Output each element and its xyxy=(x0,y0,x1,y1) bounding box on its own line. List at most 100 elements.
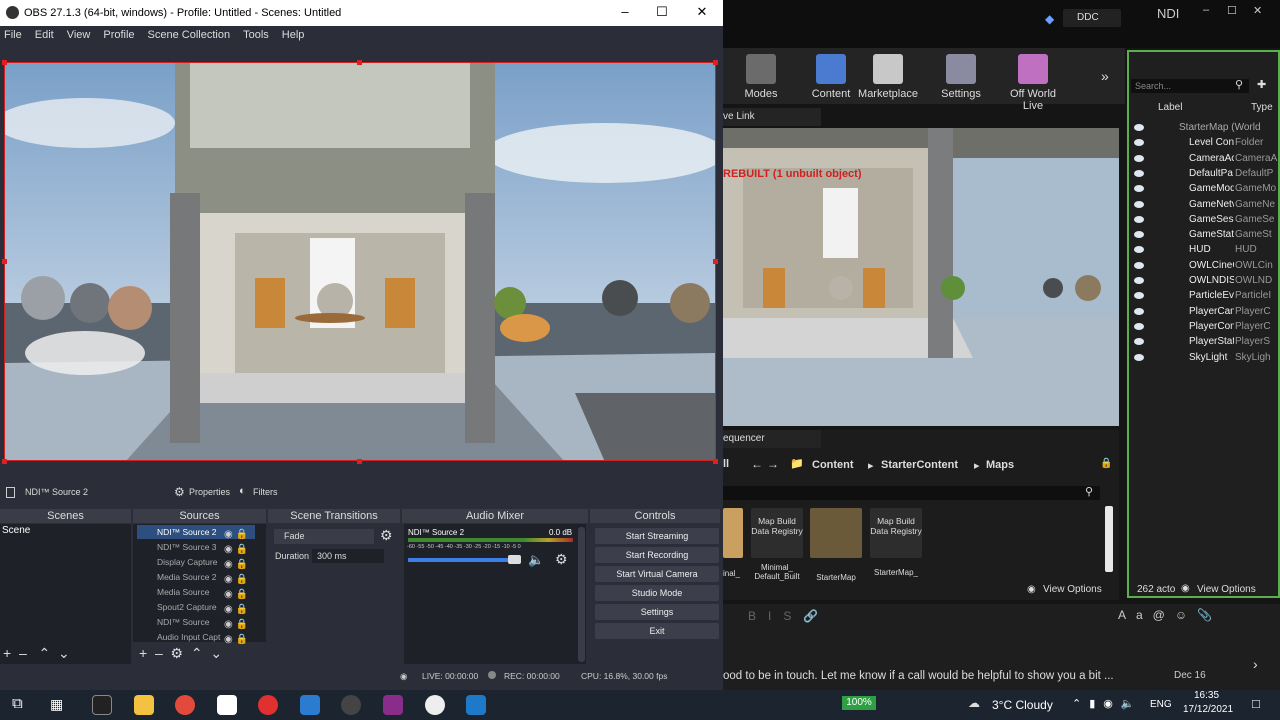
maximize-icon[interactable]: ☐ xyxy=(1227,4,1237,17)
gear-icon[interactable]: ⚙ xyxy=(174,485,185,499)
outliner-row[interactable]: PlayerCan PlayerC xyxy=(1129,304,1278,319)
visibility-eye-icon[interactable] xyxy=(1134,169,1144,177)
nts-app-icon[interactable] xyxy=(92,695,112,715)
toolbar-overflow-icon[interactable]: » xyxy=(1101,68,1109,84)
settings-button[interactable]: Settings xyxy=(595,604,719,620)
add-icon[interactable]: + xyxy=(3,645,11,661)
properties-button[interactable]: Properties xyxy=(189,487,230,497)
forward-arrow-icon[interactable]: → xyxy=(767,457,779,471)
gear-icon[interactable]: ⚙ xyxy=(555,551,568,568)
app-icon[interactable] xyxy=(300,695,320,715)
label-column-header[interactable]: Label xyxy=(1158,102,1182,113)
battery-indicator[interactable]: 100% xyxy=(842,696,876,710)
notifications-icon[interactable]: □ xyxy=(1252,696,1260,711)
outliner-row[interactable]: PlayerStat PlayerS xyxy=(1129,334,1278,349)
outliner-row[interactable]: OWLNDISeOWLND xyxy=(1129,273,1278,288)
formatting-toolbar-icons[interactable]: BIS🔗 xyxy=(748,609,830,623)
filters-button[interactable]: Filters xyxy=(253,487,278,497)
content-scrollbar[interactable] xyxy=(1105,506,1113,572)
resize-handle[interactable] xyxy=(357,60,362,65)
visibility-eye-icon[interactable] xyxy=(1134,185,1144,193)
outliner-row[interactable]: SkyLight SkyLigh xyxy=(1129,350,1278,365)
weather-label[interactable]: 3°C Cloudy xyxy=(992,698,1053,712)
move-up-icon[interactable]: ⌃ xyxy=(38,645,50,661)
task-view-icon[interactable]: ▦ xyxy=(50,696,63,713)
resize-handle[interactable] xyxy=(2,60,7,65)
gear-icon[interactable]: ⚙ xyxy=(171,645,184,661)
minimize-icon[interactable]: – xyxy=(615,4,635,22)
asset-search-input[interactable] xyxy=(723,486,1100,500)
visibility-eye-icon[interactable] xyxy=(1134,246,1144,254)
resize-handle[interactable] xyxy=(713,60,718,65)
marketplace-button[interactable]: Marketplace xyxy=(858,54,918,100)
remove-icon[interactable]: – xyxy=(155,645,163,661)
language-indicator[interactable]: ENG xyxy=(1150,699,1172,710)
lock-icon[interactable]: 🔒 xyxy=(1100,458,1112,469)
start-recording-button[interactable]: Start Recording xyxy=(595,547,719,563)
remove-icon[interactable]: – xyxy=(19,645,27,661)
attach-icons[interactable]: Aa@☺📎 xyxy=(1118,608,1222,622)
menu-tools[interactable]: Tools xyxy=(243,26,269,44)
outliner-row[interactable]: DefaultPa DefaultP xyxy=(1129,166,1278,181)
tray-icons[interactable]: ⌃▮◉🔈 xyxy=(1072,697,1143,710)
move-down-icon[interactable]: ⌄ xyxy=(210,645,222,661)
record-app-icon[interactable] xyxy=(258,695,278,715)
visibility-eye-icon[interactable] xyxy=(1134,215,1144,223)
outliner-row[interactable]: CameraAc CameraA xyxy=(1129,151,1278,166)
chrome-icon[interactable] xyxy=(175,695,195,715)
live-link-tab[interactable]: ve Link xyxy=(723,108,821,126)
outliner-row[interactable]: StarterMap (World xyxy=(1129,120,1278,135)
add-actor-icon[interactable]: ✚ xyxy=(1257,78,1266,91)
modes-button[interactable]: Modes xyxy=(731,54,791,100)
resize-handle[interactable] xyxy=(2,259,7,264)
visibility-eye-icon[interactable] xyxy=(1134,124,1144,131)
content-button[interactable]: Content xyxy=(801,54,861,100)
mute-speaker-icon[interactable]: 🔈 xyxy=(528,552,544,568)
outliner-row[interactable]: GameStateGameSt xyxy=(1129,227,1278,242)
outliner-row[interactable]: GameNetv GameNe xyxy=(1129,197,1278,212)
visibility-eye-icon[interactable] xyxy=(1134,292,1144,300)
settings-button[interactable]: Settings xyxy=(931,54,991,100)
outliner-row[interactable]: Level Con Folder xyxy=(1129,135,1278,150)
gear-icon[interactable]: ⚙ xyxy=(380,527,393,544)
breadcrumb-all[interactable]: ll xyxy=(723,458,729,470)
breadcrumb-content[interactable]: Content xyxy=(812,459,854,471)
visibility-eye-icon[interactable] xyxy=(1134,154,1144,162)
visibility-eye-icon[interactable] xyxy=(1134,338,1144,346)
sequencer-tab[interactable]: equencer xyxy=(723,430,821,448)
outliner-row[interactable]: HUD HUD xyxy=(1129,242,1278,257)
resize-handle[interactable] xyxy=(2,459,7,464)
visibility-eye-icon[interactable] xyxy=(1134,277,1144,284)
mixer-scrollbar[interactable] xyxy=(578,527,585,662)
maximize-icon[interactable]: ☐ xyxy=(652,4,672,22)
menu-file[interactable]: File xyxy=(4,26,22,44)
unreal-taskbar-icon[interactable] xyxy=(425,695,445,715)
app-icon[interactable] xyxy=(217,695,237,715)
visibility-eye-icon[interactable] xyxy=(1134,322,1144,330)
asset-tile[interactable]: Map Build Data Registry xyxy=(870,508,922,558)
clock-time[interactable]: 16:35 xyxy=(1194,690,1219,701)
visibility-eye-icons[interactable]: ◉ 🔒 ◉ 🔒 ◉ 🔒 ◉ 🔒 ◉ 🔒 ◉ 🔒 ◉ 🔒 ◉ 🔒 xyxy=(224,527,248,647)
obs-taskbar-icon[interactable] xyxy=(341,695,361,715)
ddc-button[interactable]: DDC xyxy=(1063,9,1121,27)
off-world-live-button[interactable]: Off World Live xyxy=(999,54,1067,112)
app-icon[interactable] xyxy=(466,695,486,715)
filters-icon[interactable]: ◐ xyxy=(239,485,246,497)
visibility-eye-icon[interactable] xyxy=(1134,231,1144,239)
menu-help[interactable]: Help xyxy=(282,26,305,44)
breadcrumb-maps[interactable]: Maps xyxy=(986,459,1014,471)
start-virtual-camera-button[interactable]: Start Virtual Camera xyxy=(595,566,719,582)
volume-slider[interactable] xyxy=(408,558,521,562)
content-view-options[interactable]: View Options xyxy=(1043,584,1102,595)
visibility-eye-icon[interactable] xyxy=(1134,307,1144,315)
add-icon[interactable]: + xyxy=(139,645,147,661)
resize-handle[interactable] xyxy=(713,259,718,264)
visibility-eye-icon[interactable] xyxy=(1134,353,1144,361)
visibility-eye-icon[interactable] xyxy=(1134,200,1144,208)
asset-tile[interactable]: Map Build Data Registry xyxy=(751,508,803,558)
outliner-row[interactable]: OWLCineCOWLCin xyxy=(1129,258,1278,273)
type-column-header[interactable]: Type xyxy=(1251,102,1273,113)
chevron-right-icon[interactable]: › xyxy=(1253,656,1258,672)
asset-tile[interactable] xyxy=(723,508,743,558)
duration-input[interactable]: 300 ms xyxy=(312,549,384,563)
